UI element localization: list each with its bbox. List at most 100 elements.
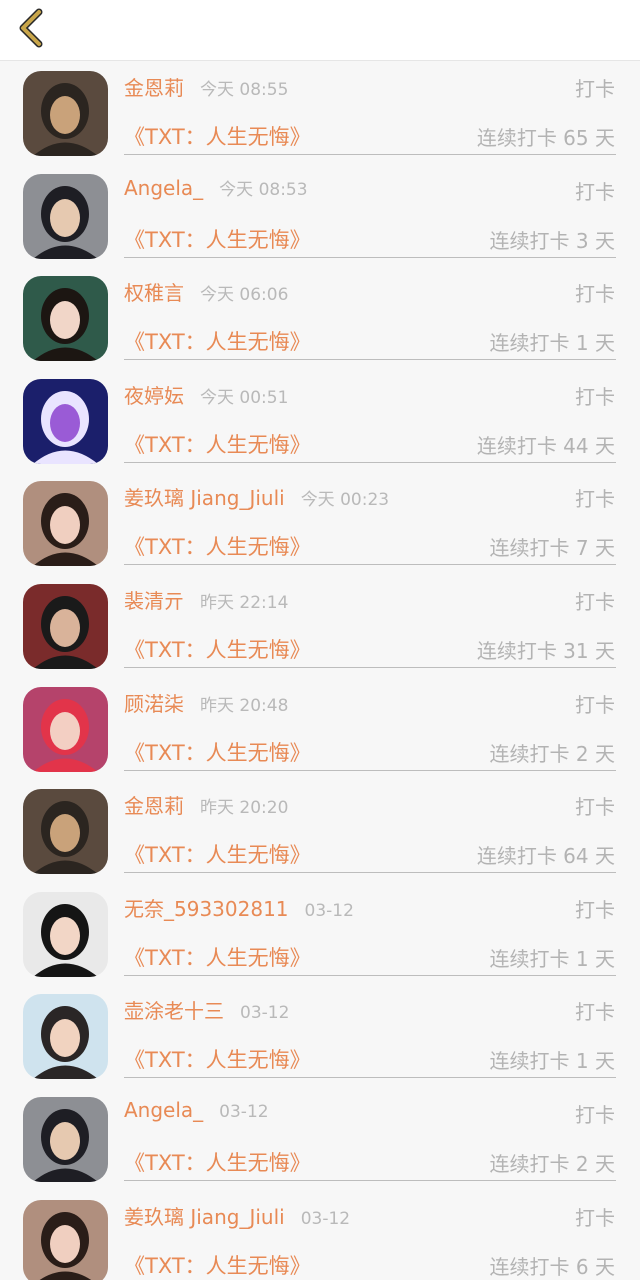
list-item[interactable]: 夜婷妘 今天 00:51 打卡 《TXT：人生无悔》 连续打卡 44 天 xyxy=(0,369,640,472)
user-name[interactable]: 无奈_593302811 03-12 xyxy=(124,893,354,922)
list-item[interactable]: 金恩莉 昨天 20:20 打卡《TXT：人生无悔》 连续打卡 64 天 xyxy=(0,779,640,882)
streak-count: 连续打卡 7 天 xyxy=(489,536,615,561)
row-divider xyxy=(124,1179,616,1181)
book-title-link[interactable]: 《TXT：人生无悔》 xyxy=(124,121,311,151)
streak-count: 连续打卡 64 天 xyxy=(476,844,615,869)
checkin-type-label: 打卡 xyxy=(575,1000,615,1025)
checkin-type-label: 打卡 xyxy=(575,282,615,307)
avatar[interactable] xyxy=(23,1199,108,1280)
checkin-type-label: 打卡 xyxy=(575,795,615,820)
book-title-link[interactable]: 《TXT：人生无悔》 xyxy=(124,326,311,356)
user-name[interactable]: 姜玖璃 Jiang_Jiuli 今天 00:23 xyxy=(124,482,389,511)
checkin-time: 03-12 xyxy=(304,900,354,921)
user-name-text[interactable]: 姜玖璃 Jiang_Jiuli xyxy=(124,1205,285,1229)
checkin-time: 03-12 xyxy=(300,1208,351,1229)
book-title-link[interactable]: 《TXT：人生无悔》 xyxy=(124,429,311,459)
streak-count: 连续打卡 65 天 xyxy=(476,126,615,150)
list-item[interactable]: 金恩莉 今天 08:55 打卡 《TXT：人生无悔》 连续打卡 65 天 xyxy=(0,61,640,164)
user-name-text[interactable]: 壶涂老十三 xyxy=(124,999,224,1023)
streak-count: 连续打卡 31 天 xyxy=(476,638,615,663)
back-button[interactable] xyxy=(8,4,52,52)
row-divider xyxy=(124,974,616,976)
streak-count: 连续打卡 3 天 xyxy=(489,228,615,253)
list-item[interactable]: 姜玖璃 Jiang_Jiuli 今天 00:23 打卡 《TXT：人生无悔》 连续打卡 … xyxy=(0,471,640,574)
list-item[interactable]: 姜玖璃 Jiang_Jiuli 03-12 打卡《TXT：人生无悔》 连续打卡 6 天 xyxy=(0,1190,640,1280)
checkin-time: 昨天 22:14 xyxy=(200,592,289,613)
checkin-list: 金恩莉 今天 08:55 打卡 《TXT：人生无悔》 连续打卡 65 天 Angela_ 今… xyxy=(0,61,640,1280)
streak-count: 连续打卡 6 天 xyxy=(489,1254,615,1279)
list-item[interactable]: 壶涂老十三 03-12 打卡 《TXT：人生无悔》 连续打卡 1 天 xyxy=(0,984,640,1087)
chevron-left-icon xyxy=(19,8,43,48)
list-item[interactable]: Angela_ 今天 08:53 打卡《TXT：人生无悔》 连续打卡 3 天 xyxy=(0,164,640,267)
list-item[interactable]: 裴清亓 昨天 22:14 打卡 《TXT：人生无悔》 连续打卡 31 天 xyxy=(0,574,640,677)
checkin-type-label: 打卡 xyxy=(575,1102,615,1127)
book-title-link[interactable]: 《TXT：人生无悔》 xyxy=(124,1147,311,1177)
row-divider xyxy=(124,666,616,668)
user-name[interactable]: 夜婷妘 今天 00:51 xyxy=(124,380,288,409)
avatar[interactable] xyxy=(23,276,108,362)
user-name[interactable]: Angela_ 03-12 xyxy=(124,1098,269,1122)
list-item[interactable]: 无奈_593302811 03-12 打卡《TXT：人生无悔》 连续打卡 1 天 xyxy=(0,882,640,985)
avatar[interactable] xyxy=(23,1096,108,1182)
checkin-time: 今天 08:55 xyxy=(200,80,289,100)
row-divider xyxy=(124,872,616,874)
book-title-link[interactable]: 《TXT：人生无悔》 xyxy=(124,1044,311,1074)
user-name[interactable]: Angela_ 今天 08:53 xyxy=(124,175,308,200)
list-item[interactable]: 顾渃柒 昨天 20:48 打卡 《TXT：人生无悔》 连续打卡 2 天 xyxy=(0,677,640,780)
avatar[interactable] xyxy=(23,891,108,977)
list-item[interactable]: 权稚言 今天 06:06 打卡《TXT：人生无悔》 连续打卡 1 天 xyxy=(0,266,640,369)
checkin-time: 昨天 20:20 xyxy=(200,798,289,819)
avatar[interactable] xyxy=(23,789,108,875)
user-name[interactable]: 金恩莉 今天 08:55 xyxy=(124,72,288,101)
streak-count: 连续打卡 1 天 xyxy=(489,946,615,971)
row-divider xyxy=(124,1077,616,1079)
user-name-text[interactable]: Angela_ xyxy=(124,1098,203,1122)
book-title-link[interactable]: 《TXT：人生无悔》 xyxy=(124,531,311,561)
user-name-text[interactable]: 顾渃柒 xyxy=(124,692,184,716)
streak-count: 连续打卡 1 天 xyxy=(489,331,615,356)
row-divider xyxy=(124,461,616,463)
checkin-type-label: 打卡 xyxy=(575,1205,615,1230)
user-name-text[interactable]: Angela_ xyxy=(124,176,203,200)
row-divider xyxy=(124,564,616,566)
checkin-time: 今天 06:06 xyxy=(200,285,289,306)
user-name[interactable]: 壶涂老十三 03-12 xyxy=(124,995,289,1024)
user-name-text[interactable]: 姜玖璃 Jiang_Jiuli xyxy=(124,486,285,510)
checkin-time: 03-12 xyxy=(240,1003,290,1024)
avatar[interactable] xyxy=(23,481,108,567)
user-name-text[interactable]: 金恩莉 xyxy=(124,76,184,100)
user-name-text[interactable]: 金恩莉 xyxy=(124,794,184,818)
row-divider xyxy=(124,256,616,258)
avatar[interactable] xyxy=(23,583,108,669)
book-title-link[interactable]: 《TXT：人生无悔》 xyxy=(124,839,311,869)
avatar[interactable] xyxy=(23,686,108,772)
checkin-time: 今天 00:23 xyxy=(300,490,390,511)
user-name-text[interactable]: 权稚言 xyxy=(124,281,184,305)
book-title-link[interactable]: 《TXT：人生无悔》 xyxy=(124,737,311,767)
avatar[interactable] xyxy=(23,173,108,259)
avatar[interactable] xyxy=(23,71,108,156)
user-name[interactable]: 裴清亓 昨天 22:14 xyxy=(124,585,288,614)
book-title-link[interactable]: 《TXT：人生无悔》 xyxy=(124,224,311,254)
book-title-link[interactable]: 《TXT：人生无悔》 xyxy=(124,1250,311,1280)
streak-count: 连续打卡 2 天 xyxy=(489,1151,615,1176)
user-name[interactable]: 权稚言 今天 06:06 xyxy=(124,277,288,306)
top-bar xyxy=(0,0,640,61)
avatar[interactable] xyxy=(23,378,108,464)
checkin-type-label: 打卡 xyxy=(575,384,615,409)
user-name[interactable]: 姜玖璃 Jiang_Jiuli 03-12 xyxy=(124,1201,350,1230)
user-name[interactable]: 顾渃柒 昨天 20:48 xyxy=(124,688,288,717)
book-title-link[interactable]: 《TXT：人生无悔》 xyxy=(124,942,311,972)
checkin-type-label: 打卡 xyxy=(575,179,615,204)
list-item[interactable]: Angela_ 03-12 打卡《TXT：人生无悔》 连续打卡 2 天 xyxy=(0,1087,640,1190)
user-name-text[interactable]: 无奈_593302811 xyxy=(124,897,289,921)
checkin-time: 今天 00:51 xyxy=(200,387,289,408)
avatar[interactable] xyxy=(23,994,108,1080)
user-name-text[interactable]: 夜婷妘 xyxy=(124,384,184,408)
row-divider xyxy=(124,154,616,155)
user-name[interactable]: 金恩莉 昨天 20:20 xyxy=(124,790,288,819)
book-title-link[interactable]: 《TXT：人生无悔》 xyxy=(124,634,311,664)
user-name-text[interactable]: 裴清亓 xyxy=(124,589,184,613)
checkin-type-label: 打卡 xyxy=(575,897,615,922)
checkin-type-label: 打卡 xyxy=(575,692,615,717)
